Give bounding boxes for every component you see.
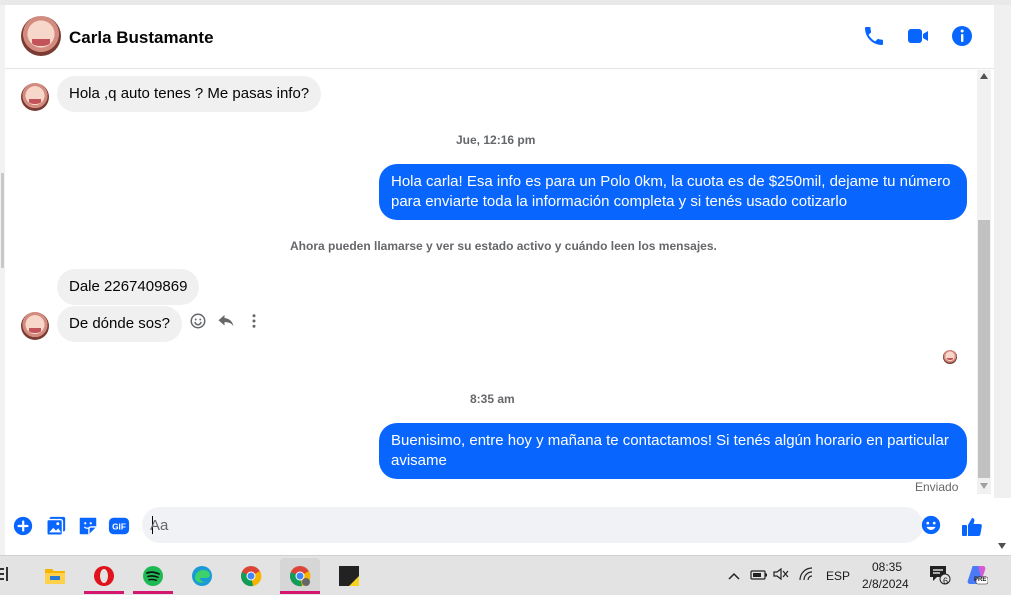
- incoming-message[interactable]: Dale 2267409869: [57, 269, 200, 305]
- message-composer: GIF: [5, 498, 1011, 555]
- message-thread[interactable]: Hola ,q auto tenes ? Me pasas info? Jue,…: [5, 70, 977, 498]
- chrome-profile-icon[interactable]: [280, 558, 320, 594]
- spotify-icon[interactable]: [133, 558, 173, 594]
- delivery-status: Enviado: [915, 480, 959, 494]
- volume-muted-icon[interactable]: [773, 567, 789, 586]
- photo-icon[interactable]: [45, 515, 67, 537]
- contact-avatar-small[interactable]: [21, 83, 49, 111]
- emoji-icon[interactable]: [920, 514, 942, 536]
- message-timestamp: 8:35 am: [470, 392, 515, 406]
- gif-icon[interactable]: GIF: [108, 515, 132, 537]
- left-scrollbar-thumb[interactable]: [1, 173, 4, 268]
- chat-scrollbar[interactable]: [977, 70, 991, 494]
- contact-avatar[interactable]: [21, 16, 61, 56]
- opera-icon[interactable]: [84, 558, 124, 594]
- phone-icon[interactable]: [862, 24, 886, 48]
- contact-name[interactable]: Carla Bustamante: [69, 28, 214, 48]
- like-icon[interactable]: [960, 515, 984, 539]
- contact-avatar-small[interactable]: [21, 312, 49, 340]
- outgoing-message[interactable]: Buenisimo, entre hoy y mañana te contact…: [379, 423, 967, 479]
- incoming-message[interactable]: Hola ,q auto tenes ? Me pasas info?: [57, 76, 322, 112]
- chat-scrollbar-thumb[interactable]: [978, 220, 990, 478]
- windows-taskbar: ESP 08:35 2/8/2024 6 PRE: [0, 555, 1011, 595]
- battery-icon[interactable]: [750, 568, 768, 586]
- chevron-up-icon[interactable]: [728, 568, 740, 586]
- edge-icon[interactable]: [182, 558, 222, 594]
- add-icon[interactable]: [12, 515, 34, 537]
- react-emoji-icon[interactable]: [189, 312, 207, 330]
- language-indicator[interactable]: ESP: [826, 569, 850, 583]
- message-input-container[interactable]: [142, 507, 941, 543]
- sticky-notes-icon[interactable]: [329, 558, 369, 594]
- message-timestamp: Jue, 12:16 pm: [456, 133, 536, 147]
- seen-indicator-avatar: [943, 350, 957, 364]
- svg-text:GIF: GIF: [112, 523, 126, 532]
- more-options-icon[interactable]: [245, 312, 263, 330]
- file-explorer-icon[interactable]: [35, 558, 75, 594]
- widgets-icon[interactable]: [0, 566, 14, 582]
- notifications-count: 6: [943, 576, 949, 586]
- info-icon[interactable]: [950, 24, 974, 48]
- reply-icon[interactable]: [217, 312, 235, 330]
- system-notice: Ahora pueden llamarse y ver su estado ac…: [290, 239, 717, 253]
- page-scroll-down-icon[interactable]: [998, 543, 1006, 549]
- copilot-badge: PRE: [974, 577, 987, 583]
- chrome-icon[interactable]: [231, 558, 271, 594]
- right-edge: [994, 5, 1011, 555]
- clock-date[interactable]: 2/8/2024: [862, 577, 909, 591]
- clock-time[interactable]: 08:35: [872, 560, 902, 574]
- scroll-up-arrow-icon[interactable]: [980, 73, 988, 79]
- sticker-icon[interactable]: [77, 515, 99, 537]
- wifi-icon[interactable]: [799, 567, 815, 586]
- outgoing-message[interactable]: Hola carla! Esa info es para un Polo 0km…: [379, 164, 967, 220]
- incoming-message[interactable]: De dónde sos?: [57, 306, 182, 342]
- message-input[interactable]: [150, 507, 890, 543]
- scroll-down-arrow-icon[interactable]: [980, 483, 988, 489]
- video-camera-icon[interactable]: [906, 24, 930, 48]
- conversation-header: Carla Bustamante: [5, 5, 994, 69]
